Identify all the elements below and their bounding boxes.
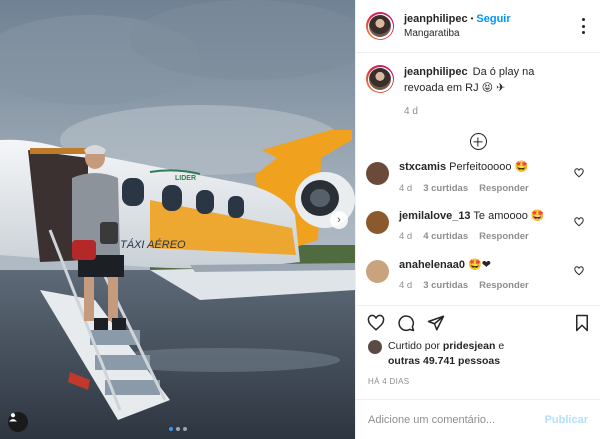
load-more-comments-button[interactable] — [366, 133, 590, 151]
comment-time: 4 d — [399, 280, 413, 292]
liked-by-conj: e — [498, 340, 505, 352]
comment-bubble-icon — [398, 314, 415, 331]
commenter-username[interactable]: anahelenaa0 — [399, 259, 465, 271]
comment-text: Perfeitooooo — [449, 161, 512, 174]
carousel-dot — [175, 427, 180, 431]
likes-summary: Curtido por pridesjean e outras 49.741 p… — [356, 339, 600, 375]
publish-button[interactable]: Publicar — [545, 414, 588, 426]
caption-username[interactable]: jeanphilipec — [404, 66, 468, 78]
author-avatar[interactable] — [366, 12, 394, 40]
paper-plane-icon — [427, 315, 445, 330]
bookmark-icon — [576, 314, 588, 332]
post-location[interactable]: Mangaratiba — [404, 27, 511, 41]
comment-emoji: 🤩❤ — [468, 258, 492, 271]
liker-username[interactable]: pridesjean — [443, 340, 496, 352]
comment-input[interactable] — [368, 413, 545, 426]
post-actions-bar — [356, 305, 600, 339]
comment-item: stxcamis Perfeitooooo 🤩 4 d 3 curtidas R… — [366, 160, 590, 195]
liker-avatar[interactable] — [368, 340, 382, 354]
carousel-dot — [168, 427, 173, 431]
others-likes-link[interactable]: outras 49.741 pessoas — [388, 355, 500, 367]
plane-livery-text: TÁXI AÉREO — [120, 238, 186, 251]
share-button[interactable] — [427, 314, 445, 332]
add-comment-bar: Publicar — [356, 399, 600, 439]
comment-likes-count[interactable]: 3 curtidas — [423, 279, 468, 292]
reply-button[interactable]: Responder — [479, 279, 529, 292]
follow-button[interactable]: Seguir — [476, 12, 510, 27]
commenter-username[interactable]: jemilalove_13 — [399, 210, 471, 222]
comment-like-heart-icon[interactable] — [574, 168, 584, 178]
separator-dot: • — [470, 13, 474, 23]
comment-item: jemilalove_13 Te amoooo 🤩 4 d 4 curtidas… — [366, 209, 590, 244]
carousel-next-button[interactable]: › — [330, 211, 348, 229]
comment-item: anahelenaa0 🤩❤ 4 d 3 curtidas Responder — [366, 258, 590, 293]
like-button[interactable] — [367, 314, 385, 332]
reply-button[interactable]: Responder — [479, 182, 529, 195]
post-photo[interactable]: TÁXI AÉREO LIDER › — [0, 0, 355, 439]
caption-time: 4 d — [404, 105, 418, 117]
comment-emoji: 🤩 — [530, 210, 545, 223]
post-header: jeanphilipec • Seguir Mangaratiba — [356, 0, 600, 53]
comment-likes-count[interactable]: 3 curtidas — [423, 182, 468, 195]
carousel-indicator — [0, 427, 355, 431]
comments-section: jeanphilipec Da ó play na revoada em RJ … — [356, 53, 600, 305]
photo-illustration: TÁXI AÉREO LIDER — [0, 0, 355, 439]
carousel-dot — [182, 427, 187, 431]
comment-like-heart-icon[interactable] — [574, 217, 584, 227]
commenter-avatar[interactable] — [366, 211, 389, 235]
post-side-panel: jeanphilipec • Seguir Mangaratiba jeanph… — [355, 0, 600, 439]
post-timestamp[interactable]: HÁ 4 DIAS — [356, 377, 600, 399]
comment-button[interactable] — [397, 314, 415, 332]
save-button[interactable] — [574, 314, 590, 335]
comment-text: Te amoooo — [473, 210, 528, 223]
comment-like-heart-icon[interactable] — [574, 266, 584, 276]
comment-time: 4 d — [399, 182, 413, 194]
caption-emoji: 😝 ✈ — [481, 81, 506, 94]
commenter-avatar[interactable] — [366, 162, 389, 186]
comment-likes-count[interactable]: 4 curtidas — [423, 230, 468, 243]
caption-author-avatar[interactable] — [366, 65, 394, 93]
comment-time: 4 d — [399, 231, 413, 243]
post-caption: jeanphilipec Da ó play na revoada em RJ … — [366, 65, 590, 119]
plane-logo-text: LIDER — [175, 175, 196, 182]
plus-circle-icon — [469, 133, 487, 151]
comment-emoji: 🤩 — [514, 161, 529, 174]
commenter-avatar[interactable] — [366, 259, 389, 283]
liked-by-prefix: Curtido por — [388, 340, 440, 352]
commenter-username[interactable]: stxcamis — [399, 161, 446, 173]
chevron-right-icon: › — [337, 214, 341, 226]
reply-button[interactable]: Responder — [479, 230, 529, 243]
author-username[interactable]: jeanphilipec — [404, 12, 468, 27]
heart-icon — [367, 314, 385, 331]
more-options-icon[interactable] — [582, 18, 586, 34]
post-container: TÁXI AÉREO LIDER › jeanphilipec • Seguir… — [0, 0, 600, 439]
user-icon — [9, 413, 17, 422]
